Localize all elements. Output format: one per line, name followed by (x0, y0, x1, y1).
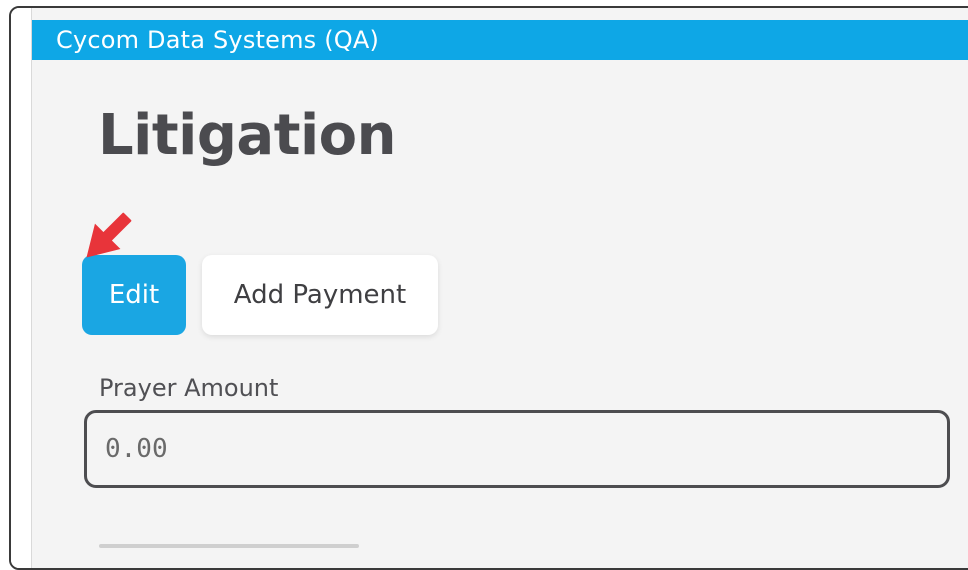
app-title: Cycom Data Systems (QA) (56, 26, 380, 54)
app-header: Cycom Data Systems (QA) (32, 20, 968, 60)
add-payment-button[interactable]: Add Payment (202, 255, 438, 335)
next-field-label-partial (99, 536, 359, 550)
prayer-amount-input[interactable] (84, 410, 950, 488)
red-arrow-pointer-icon (86, 212, 132, 258)
page-title: Litigation (98, 103, 397, 168)
left-gutter (11, 8, 31, 568)
prayer-amount-label: Prayer Amount (99, 374, 279, 402)
app-panel: Cycom Data Systems (QA) Litigation Edit … (31, 8, 968, 568)
window-frame: Cycom Data Systems (QA) Litigation Edit … (9, 6, 968, 570)
